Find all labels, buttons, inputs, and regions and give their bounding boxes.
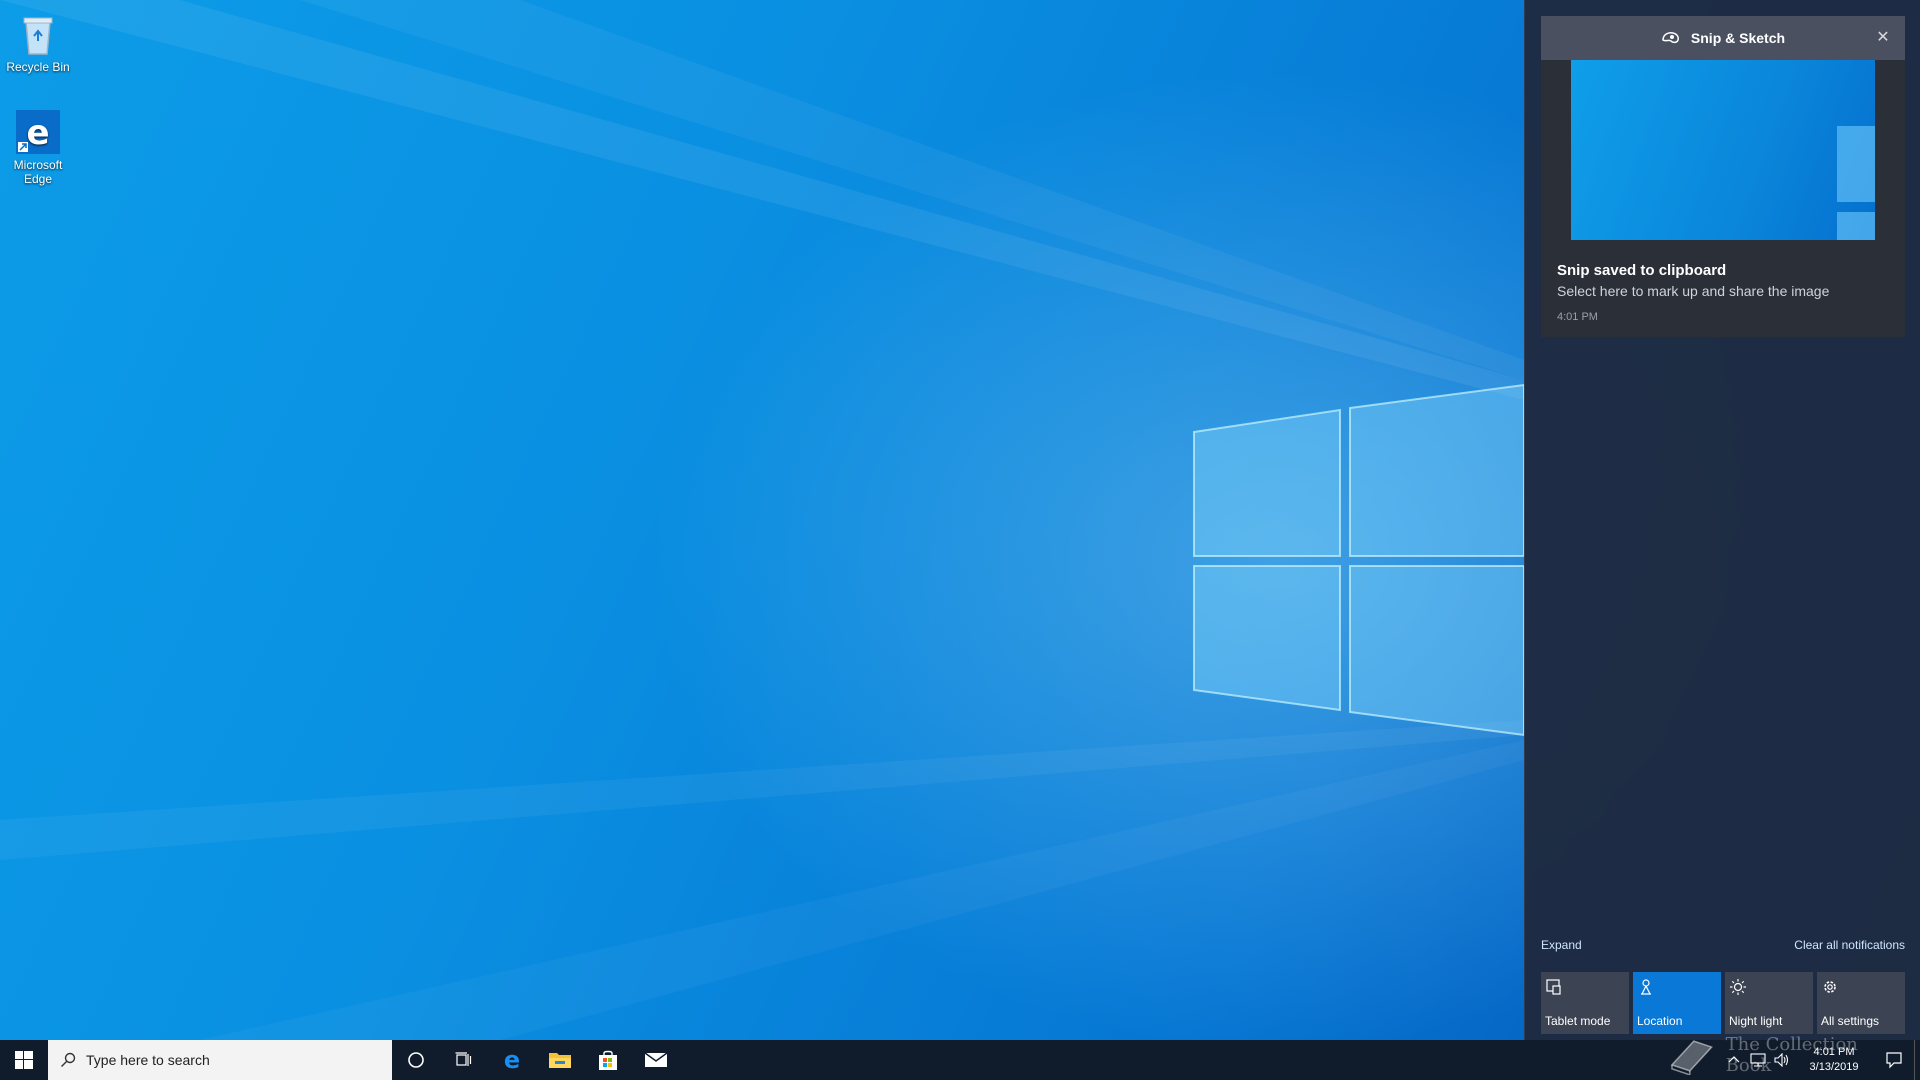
close-icon[interactable]: ✕ <box>1873 28 1893 48</box>
task-view-icon <box>455 1052 472 1066</box>
start-button[interactable] <box>0 1040 48 1080</box>
night-light-icon <box>1730 979 1746 995</box>
search-placeholder: Type here to search <box>86 1052 210 1068</box>
show-hidden-icons-button[interactable] <box>1722 1040 1746 1080</box>
expand-link[interactable]: Expand <box>1541 938 1582 956</box>
clock-time: 4:01 PM <box>1813 1046 1855 1058</box>
taskbar-search-box[interactable]: Type here to search <box>48 1040 392 1080</box>
file-explorer-icon <box>549 1053 571 1068</box>
quick-action-label: Location <box>1637 1014 1683 1028</box>
taskbar: Type here to search e 4:01 PM 3/13/2019 <box>0 1040 1920 1080</box>
action-center-button[interactable] <box>1874 1040 1914 1080</box>
tablet-mode-icon <box>1546 979 1561 995</box>
desktop-icon-label: Recycle Bin <box>6 60 70 74</box>
svg-text:e: e <box>504 1048 520 1072</box>
gear-icon <box>1824 981 1836 993</box>
volume-button[interactable] <box>1770 1040 1794 1080</box>
snip-sketch-icon <box>1662 32 1679 44</box>
quick-action-all-settings[interactable]: All settings <box>1817 972 1905 1034</box>
volume-icon <box>1774 1053 1789 1067</box>
desktop-icon-label: Microsoft Edge <box>13 158 63 186</box>
action-center-links: Expand Clear all notifications <box>1541 938 1905 956</box>
taskbar-clock[interactable]: 4:01 PM 3/13/2019 <box>1794 1045 1874 1075</box>
desktop-icon-recycle-bin[interactable]: Recycle Bin <box>0 4 76 74</box>
svg-text:e: e <box>26 113 49 153</box>
network-button[interactable] <box>1746 1040 1770 1080</box>
toast-text: Select here to mark up and share the ima… <box>1557 283 1830 299</box>
windows-start-icon <box>15 1051 33 1069</box>
cortana-icon <box>408 1052 424 1068</box>
edge-icon: e <box>504 1048 520 1072</box>
location-icon <box>1641 979 1651 995</box>
clock-date: 3/13/2019 <box>1809 1061 1859 1073</box>
action-center-panel: Snip & Sketch ✕ Snip saved to clipboard … <box>1524 0 1920 1040</box>
clear-all-notifications-link[interactable]: Clear all notifications <box>1794 938 1905 956</box>
taskbar-edge-button[interactable]: e <box>488 1040 536 1080</box>
quick-action-night-light[interactable]: Night light <box>1725 972 1813 1034</box>
edge-icon: e <box>16 110 60 154</box>
quick-action-label: All settings <box>1821 1014 1880 1028</box>
desktop-icon-microsoft-edge[interactable]: e Microsoft Edge <box>0 102 76 186</box>
quick-action-location[interactable]: Location <box>1633 972 1721 1034</box>
toast-time: 4:01 PM <box>1557 311 1598 323</box>
show-desktop-button[interactable] <box>1914 1040 1920 1080</box>
store-icon <box>599 1050 617 1070</box>
chevron-up-icon <box>1728 1056 1740 1063</box>
snip-preview-image <box>1571 60 1875 240</box>
task-view-button[interactable] <box>440 1040 488 1080</box>
notification-toast[interactable]: Snip & Sketch ✕ Snip saved to clipboard … <box>1541 16 1905 337</box>
recycle-bin-icon <box>23 17 53 55</box>
toast-body[interactable]: Snip saved to clipboard Select here to m… <box>1541 60 1905 337</box>
system-tray: 4:01 PM 3/13/2019 <box>1722 1040 1920 1080</box>
taskbar-file-explorer-button[interactable] <box>536 1040 584 1080</box>
mail-icon <box>644 1052 668 1067</box>
quick-action-label: Night light <box>1729 1014 1783 1028</box>
taskbar-mail-button[interactable] <box>632 1040 680 1080</box>
cortana-button[interactable] <box>392 1040 440 1080</box>
quick-actions: Tablet mode Location Night light All set… <box>1541 972 1905 1034</box>
notification-icon <box>1886 1052 1902 1069</box>
taskbar-store-button[interactable] <box>584 1040 632 1080</box>
search-icon <box>61 1052 76 1067</box>
network-icon <box>1750 1053 1766 1067</box>
quick-action-tablet-mode[interactable]: Tablet mode <box>1541 972 1629 1034</box>
toast-title: Snip saved to clipboard <box>1557 262 1727 279</box>
toast-header[interactable]: Snip & Sketch ✕ <box>1541 16 1905 60</box>
toast-app-name: Snip & Sketch <box>1690 30 1786 46</box>
quick-action-label: Tablet mode <box>1545 1014 1611 1028</box>
